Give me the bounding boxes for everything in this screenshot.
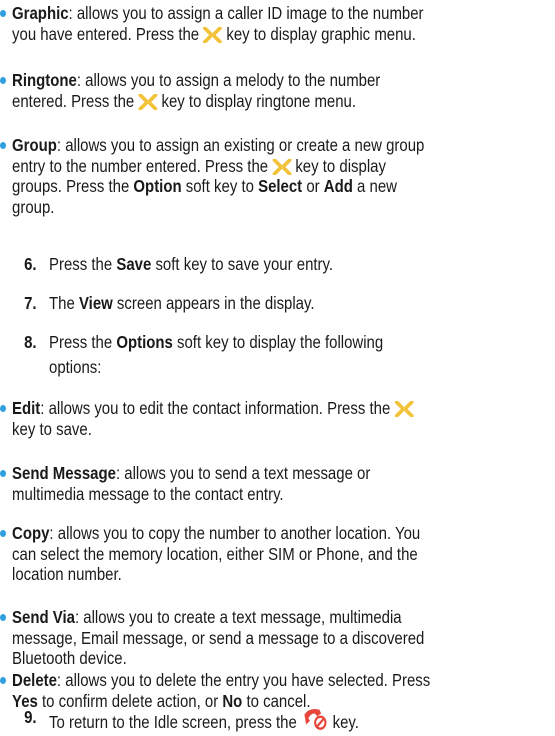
step-number: 9. xyxy=(24,707,37,727)
bold-term: Option xyxy=(133,176,182,196)
step-number: 7. xyxy=(24,293,37,313)
bullet-term: Edit xyxy=(12,398,41,418)
text-run: entry to the number entered. Press the xyxy=(12,155,273,176)
bullet-term: Delete xyxy=(12,670,57,690)
text-run: key. xyxy=(328,712,359,732)
text-run: key to display ringtone menu. xyxy=(157,90,357,111)
text-run: group. xyxy=(12,196,55,217)
text-line: Group: allows you to assign an existing … xyxy=(12,135,545,156)
bullet-icon xyxy=(0,677,7,684)
bullet-term: Graphic xyxy=(12,3,69,23)
text-run: soft key to display the following xyxy=(172,332,384,352)
text-line: multimedia message to the contact entry. xyxy=(12,484,545,505)
bullet-icon xyxy=(0,10,7,17)
bullet-term: Group xyxy=(12,135,57,155)
bullet-icon xyxy=(0,470,7,477)
text-line: group. xyxy=(12,197,545,218)
bullet-icon xyxy=(0,405,7,412)
text-run: : allows you to edit the contact informa… xyxy=(40,398,395,418)
text-run: : allows you to send a text message or xyxy=(115,463,371,483)
text-run: : allows you to assign a caller ID image… xyxy=(68,3,424,23)
bold-term: Select xyxy=(258,176,303,196)
step-number: 6. xyxy=(24,254,37,274)
manual-page: Graphic: allows you to assign a caller I… xyxy=(0,0,555,736)
bullet-term: Send Message xyxy=(12,463,116,483)
text-run: : allows you to copy the number to anoth… xyxy=(49,523,421,543)
bullet-icon xyxy=(0,614,7,621)
end-key-icon xyxy=(301,707,329,736)
text-run: screen appears in the display. xyxy=(112,293,315,313)
text-line: Delete: allows you to delete the entry y… xyxy=(12,670,545,691)
text-line: Press the Save soft key to save your ent… xyxy=(49,254,555,275)
text-line: Send Via: allows you to create a text me… xyxy=(12,607,545,628)
text-run: location number. xyxy=(12,564,122,584)
text-run: Press the xyxy=(49,332,117,352)
text-line: The View screen appears in the display. xyxy=(49,293,555,314)
text-line: To return to the Idle screen, press the … xyxy=(49,707,555,736)
text-run: key to save. xyxy=(12,418,92,439)
bullet-term: Ringtone xyxy=(12,70,77,90)
navigation-key-icon xyxy=(138,92,158,115)
bold-term: Options xyxy=(116,332,173,352)
text-run: options: xyxy=(49,357,102,377)
bullet-icon xyxy=(0,142,7,149)
text-run: can select the memory location, either S… xyxy=(12,543,418,564)
text-line: Ringtone: allows you to assign a melody … xyxy=(12,70,545,91)
bullet-term: Copy xyxy=(12,523,50,543)
text-run: message, Email message, or send a messag… xyxy=(12,627,425,648)
text-run: : allows you to create a text message, m… xyxy=(74,607,402,627)
text-run: : allows you to delete the entry you hav… xyxy=(56,670,431,690)
text-run: you have entered. Press the xyxy=(12,23,204,44)
bullet-term: Send Via xyxy=(12,607,75,627)
text-run: multimedia message to the contact entry. xyxy=(12,483,284,504)
text-run: The xyxy=(49,293,79,313)
text-line: groups. Press the Option soft key to Sel… xyxy=(12,176,545,197)
bold-term: View xyxy=(78,293,113,313)
text-run: key to display graphic menu. xyxy=(222,23,416,44)
text-line: Send Message: allows you to send a text … xyxy=(12,463,545,484)
step-number: 8. xyxy=(24,332,37,352)
text-line: Bluetooth device. xyxy=(12,648,545,669)
text-run: entered. Press the xyxy=(12,90,139,111)
text-run: key to display xyxy=(291,155,386,176)
navigation-key-icon xyxy=(203,25,223,48)
text-line: Copy: allows you to copy the number to a… xyxy=(12,523,545,544)
text-line: key to save. xyxy=(12,419,545,440)
bullet-icon xyxy=(0,530,7,537)
text-run: Bluetooth device. xyxy=(12,648,127,668)
text-run: or xyxy=(302,176,324,196)
text-line: you have entered. Press the key to displ… xyxy=(12,24,545,48)
text-line: Graphic: allows you to assign a caller I… xyxy=(12,3,545,24)
text-run: a new xyxy=(352,176,397,196)
text-line: entered. Press the key to display ringto… xyxy=(12,91,545,115)
text-line: location number. xyxy=(12,564,545,585)
text-run: : allows you to assign a melody to the n… xyxy=(76,70,381,90)
bold-term: Save xyxy=(116,254,152,274)
text-line: options: xyxy=(49,357,555,378)
text-line: Press the Options soft key to display th… xyxy=(49,332,555,353)
text-run: : allows you to assign an existing or cr… xyxy=(56,135,425,155)
text-line: message, Email message, or send a messag… xyxy=(12,628,545,649)
text-run: soft key to xyxy=(181,176,259,196)
text-run: Press the xyxy=(49,254,117,274)
text-run: groups. Press the xyxy=(12,176,134,196)
bullet-icon xyxy=(0,77,7,84)
bold-term: Add xyxy=(323,176,353,196)
text-run: soft key to save your entry. xyxy=(151,254,334,274)
text-run: To return to the Idle screen, press the xyxy=(49,712,301,732)
text-line: can select the memory location, either S… xyxy=(12,544,545,565)
